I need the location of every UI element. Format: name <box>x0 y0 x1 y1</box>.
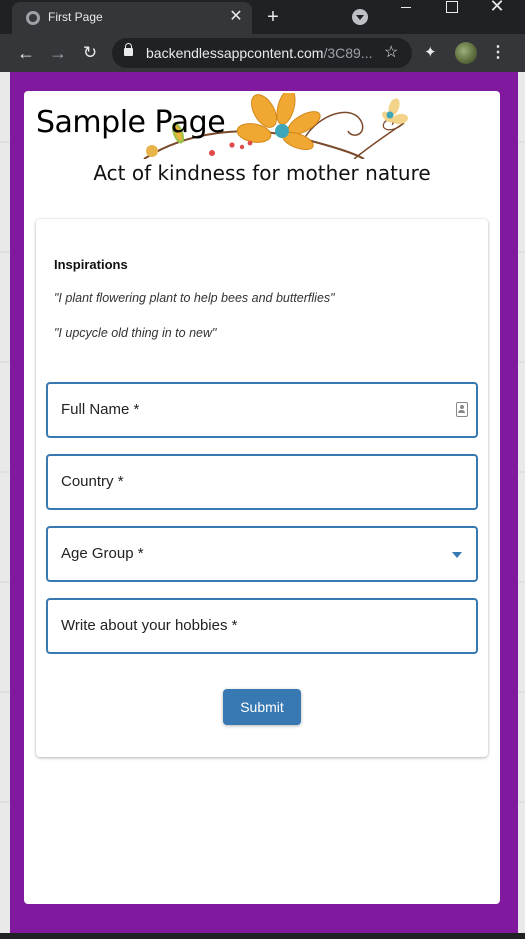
bookmark-star-icon[interactable]: ☆ <box>384 42 398 62</box>
tab-search-icon[interactable] <box>352 9 368 25</box>
main-card: Sample Page Act of kindness for mother n… <box>24 91 500 904</box>
age-group-label: Age Group * <box>61 545 144 562</box>
page-subtitle: Act of kindness for mother nature <box>93 161 431 185</box>
inspiration-quote: "I upcycle old thing in to new" <box>54 326 217 340</box>
address-bar[interactable]: backendlessappcontent.com/3C89... ☆ <box>112 38 412 68</box>
page-title: Sample Page <box>36 105 226 140</box>
url-host: backendlessappcontent.com <box>146 45 324 61</box>
full-name-field[interactable]: Full Name * <box>46 382 478 438</box>
inspirations-heading: Inspirations <box>54 257 128 272</box>
hobbies-field[interactable]: Write about your hobbies * <box>46 598 478 654</box>
submit-button[interactable]: Submit <box>223 689 301 725</box>
contact-card-icon[interactable] <box>456 402 468 417</box>
extensions-icon[interactable]: ✦ <box>424 43 437 61</box>
browser-tab-strip: First Page ✕ + ✕ <box>0 0 525 34</box>
hobbies-label: Write about your hobbies * <box>61 617 238 634</box>
lock-icon[interactable] <box>124 43 133 56</box>
page-viewport: Sample Page Act of kindness for mother n… <box>0 72 525 933</box>
profile-avatar[interactable] <box>455 42 477 64</box>
globe-icon <box>26 11 40 25</box>
inspiration-quote: "I plant flowering plant to help bees an… <box>54 291 335 305</box>
forward-icon[interactable]: → <box>46 41 70 65</box>
browser-toolbar: ← → ↻ backendlessappcontent.com/3C89... … <box>0 34 525 72</box>
chevron-down-icon[interactable] <box>452 552 462 558</box>
tab-title: First Page <box>48 10 103 24</box>
maximize-button[interactable] <box>428 0 474 26</box>
reload-icon[interactable]: ↻ <box>78 41 102 65</box>
window-bottom-edge <box>0 933 525 939</box>
url-text[interactable]: backendlessappcontent.com/3C89... <box>146 45 372 61</box>
back-icon[interactable]: ← <box>14 41 38 65</box>
browser-menu-icon[interactable]: ⋮ <box>490 42 506 64</box>
tab-close-icon[interactable]: ✕ <box>226 7 246 27</box>
country-field[interactable]: Country * <box>46 454 478 510</box>
minimize-button[interactable] <box>384 0 430 26</box>
close-window-button[interactable]: ✕ <box>474 0 520 26</box>
url-path: /3C89... <box>323 45 373 61</box>
country-label: Country * <box>61 473 124 490</box>
full-name-label: Full Name * <box>61 401 140 418</box>
browser-tab[interactable]: First Page ✕ <box>12 2 252 34</box>
age-group-select[interactable]: Age Group * <box>46 526 478 582</box>
new-tab-button[interactable]: + <box>262 6 284 28</box>
form-card: Inspirations "I plant flowering plant to… <box>36 219 488 757</box>
